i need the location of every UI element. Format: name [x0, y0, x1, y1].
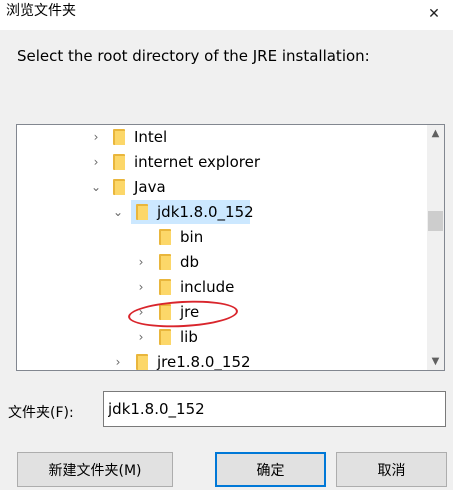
tree-item-include[interactable]: › include [17, 275, 427, 299]
window-title: 浏览文件夹 [6, 3, 76, 19]
tree-item-db[interactable]: › db [17, 250, 427, 274]
tree-item-jdk[interactable]: ⌄ jdk1.8.0_152 [17, 200, 427, 224]
folder-icon [136, 354, 148, 370]
instruction-text: Select the root directory of the JRE ins… [17, 47, 370, 65]
scroll-down-icon[interactable]: ▼ [427, 353, 444, 370]
folder-icon [113, 129, 125, 145]
tree-item-label: internet explorer [134, 153, 261, 171]
chevron-right-icon[interactable]: › [134, 325, 148, 349]
chevron-right-icon[interactable]: › [134, 250, 148, 274]
folder-input[interactable] [103, 391, 446, 427]
tree-item-java[interactable]: ⌄ Java [17, 175, 427, 199]
tree-item-label: Intel [134, 128, 168, 146]
tree-item-internet-explorer[interactable]: › internet explorer [17, 150, 427, 174]
tree-item-intel[interactable]: › Intel [17, 125, 427, 149]
new-folder-button[interactable]: 新建文件夹(M) [17, 452, 173, 487]
folder-icon [159, 229, 171, 245]
close-icon[interactable]: ✕ [415, 0, 453, 28]
chevron-down-icon[interactable]: ⌄ [111, 200, 125, 224]
chevron-right-icon[interactable]: › [89, 125, 103, 149]
tree-item-label: db [180, 253, 200, 271]
scroll-up-icon[interactable]: ▲ [427, 125, 444, 142]
tree-item-jre1.8.0_152[interactable]: › jre1.8.0_152 [17, 350, 427, 371]
folder-icon [136, 204, 148, 220]
folder-icon [159, 279, 171, 295]
vertical-scrollbar[interactable]: ▲ ▼ [427, 125, 444, 370]
tree-item-label: jdk1.8.0_152 [157, 203, 254, 221]
title-bar: 浏览文件夹 ✕ [0, 0, 453, 30]
tree-item-jre[interactable]: › jre [17, 300, 427, 324]
folder-field-label: 文件夹(F): [8, 405, 74, 421]
tree-item-label: lib [180, 328, 198, 346]
tree-item-label: Java [134, 178, 166, 196]
tree-item-label: jre [180, 303, 200, 321]
chevron-right-icon[interactable]: › [134, 300, 148, 324]
chevron-right-icon[interactable]: › [134, 275, 148, 299]
ok-button[interactable]: 确定 [215, 452, 326, 487]
tree-item-label: bin [180, 228, 204, 246]
cancel-button[interactable]: 取消 [336, 452, 447, 487]
tree-item-lib[interactable]: › lib [17, 325, 427, 349]
folder-icon [113, 154, 125, 170]
tree-item-bin[interactable]: bin [17, 225, 427, 249]
folder-icon [113, 179, 125, 195]
folder-icon [159, 254, 171, 270]
chevron-right-icon[interactable]: › [111, 350, 125, 370]
folder-tree[interactable]: › Intel › internet explorer ⌄ Java ⌄ jdk… [16, 124, 445, 371]
chevron-down-icon[interactable]: ⌄ [89, 175, 103, 199]
folder-icon [159, 329, 171, 345]
folder-icon [159, 304, 171, 320]
chevron-right-icon[interactable]: › [89, 150, 103, 174]
tree-item-label: include [180, 278, 235, 296]
scrollbar-thumb[interactable] [428, 211, 443, 231]
tree-item-label: jre1.8.0_152 [157, 353, 251, 371]
